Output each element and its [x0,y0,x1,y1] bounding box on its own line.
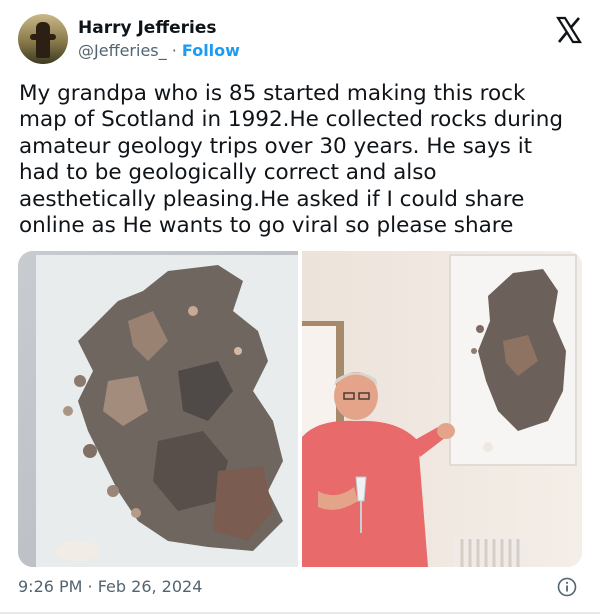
photo-grandpa[interactable] [302,251,582,567]
photo-rock-map[interactable] [18,251,298,567]
avatar-figure-arms [30,34,56,40]
author-handle[interactable]: @Jefferies_ [78,41,167,60]
author-name[interactable]: Harry Jefferies [78,18,216,38]
media-grid [18,251,582,567]
avatar[interactable] [18,14,68,64]
avatar-figure [36,22,50,58]
info-icon[interactable] [557,577,577,597]
tweet-timestamp[interactable]: 9:26 PM · Feb 26, 2024 [18,577,202,596]
divider [0,612,600,614]
tweet-text: My grandpa who is 85 started making this… [19,81,563,239]
x-logo-icon[interactable] [555,16,583,44]
separator-dot: · [171,41,177,60]
follow-button[interactable]: Follow [182,41,240,60]
media-photos [18,251,582,567]
author-handle-row: @Jefferies_ · Follow [78,41,240,60]
